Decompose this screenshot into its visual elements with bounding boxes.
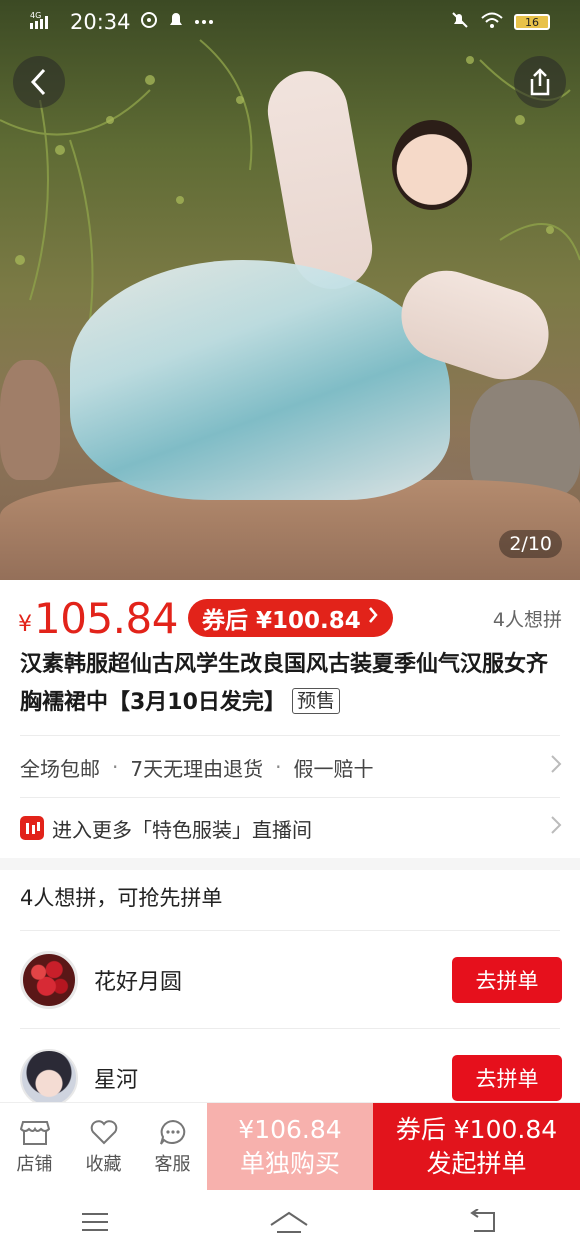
product-image[interactable]: 2/10 [0, 0, 580, 580]
svg-text:4G: 4G [30, 11, 41, 20]
heart-icon [90, 1119, 117, 1144]
menu-nav-button[interactable] [80, 1210, 110, 1238]
product-title-text: 汉素韩服超仙古风学生改良国风古装夏季仙气汉服女齐胸襦裙中【3月10日发完】 [20, 652, 549, 715]
rock [0, 360, 60, 480]
bottom-action-bar: 店铺 收藏 客服 ¥106.84 单独购买 券后 ¥100.84 发起拼单 [0, 1102, 580, 1190]
wish-count: 4人想拼 [492, 608, 562, 631]
store-label: 店铺 [16, 1153, 53, 1175]
group-price: 券后 ¥100.84 [395, 1114, 558, 1144]
avatar [20, 1049, 78, 1107]
wifi-icon [480, 10, 504, 35]
service-authenticity: 假一赔十 [293, 756, 374, 781]
battery-icon: 16 [514, 14, 550, 30]
store-button[interactable]: 店铺 [0, 1103, 69, 1190]
section-gap [0, 858, 580, 870]
share-icon [530, 68, 550, 96]
price-row: ¥ 105.84 券后 ¥100.84 4人想拼 [18, 592, 562, 644]
single-label: 单独购买 [239, 1148, 340, 1178]
bell-icon [167, 10, 185, 35]
more-notifications-icon [193, 10, 215, 35]
signal-icon: 4G [30, 10, 56, 35]
home-icon [270, 1211, 308, 1233]
separator-dot: · [275, 755, 282, 779]
home-nav-button[interactable] [269, 1209, 309, 1239]
group-member-row: 花好月圆 去拼单 [20, 931, 562, 1029]
status-time: 20:34 [70, 10, 131, 34]
back-nav-button[interactable] [468, 1207, 500, 1239]
favorite-label: 收藏 [85, 1153, 122, 1175]
presale-tag: 预售 [291, 688, 340, 714]
live-room-link[interactable]: 进入更多「特色服装」直播间 [20, 800, 562, 856]
coupon-price-label: 券后 ¥100.84 [201, 608, 361, 634]
chevron-left-icon [30, 68, 46, 96]
currency-symbol: ¥ [18, 611, 32, 637]
favorite-button[interactable]: 收藏 [69, 1103, 138, 1190]
coupon-price-button[interactable]: 券后 ¥100.84 [187, 599, 393, 637]
group-label: 发起拼单 [426, 1148, 527, 1178]
product-title: 汉素韩服超仙古风学生改良国风古装夏季仙气汉服女齐胸襦裙中【3月10日发完】 预售 [20, 646, 560, 722]
menu-icon [81, 1212, 108, 1231]
system-navigation-bar [0, 1190, 580, 1257]
share-button[interactable] [514, 56, 566, 108]
group-buy-header: 4人想拼，可抢先拼单 [20, 886, 223, 910]
chat-icon [159, 1119, 185, 1145]
customer-service-label: 客服 [154, 1153, 191, 1175]
store-icon [19, 1120, 50, 1145]
chevron-right-icon [550, 753, 562, 781]
divider [20, 797, 560, 798]
avatar [20, 951, 78, 1009]
service-return-policy: 7天无理由退货 [130, 756, 264, 781]
join-group-button[interactable]: 去拼单 [452, 957, 562, 1003]
buy-alone-button[interactable]: ¥106.84 单独购买 [207, 1103, 373, 1190]
live-stream-icon [20, 816, 44, 840]
chevron-right-icon [367, 605, 379, 631]
image-counter: 2/10 [499, 530, 562, 558]
divider [20, 735, 560, 736]
status-bar: 4G 20:34 16 [0, 0, 580, 44]
live-room-text: 进入更多「特色服装」直播间 [52, 817, 312, 842]
back-button[interactable] [13, 56, 65, 108]
start-group-button[interactable]: 券后 ¥100.84 发起拼单 [373, 1103, 580, 1190]
customer-service-button[interactable]: 客服 [138, 1103, 207, 1190]
app-notification-icon [139, 10, 159, 35]
mute-icon [450, 10, 470, 35]
figure-head [392, 120, 472, 210]
member-name: 花好月圆 [94, 970, 183, 995]
member-name: 星河 [94, 1068, 139, 1093]
price-value: 105.84 [34, 593, 178, 643]
separator-dot: · [112, 755, 119, 779]
service-guarantees-row[interactable]: 全场包邮 · 7天无理由退货 · 假一赔十 [20, 740, 562, 794]
chevron-right-icon [550, 814, 562, 842]
join-group-button[interactable]: 去拼单 [452, 1055, 562, 1101]
back-arrow-icon [470, 1207, 496, 1232]
single-price: ¥106.84 [238, 1114, 342, 1144]
service-free-shipping: 全场包邮 [20, 756, 100, 781]
